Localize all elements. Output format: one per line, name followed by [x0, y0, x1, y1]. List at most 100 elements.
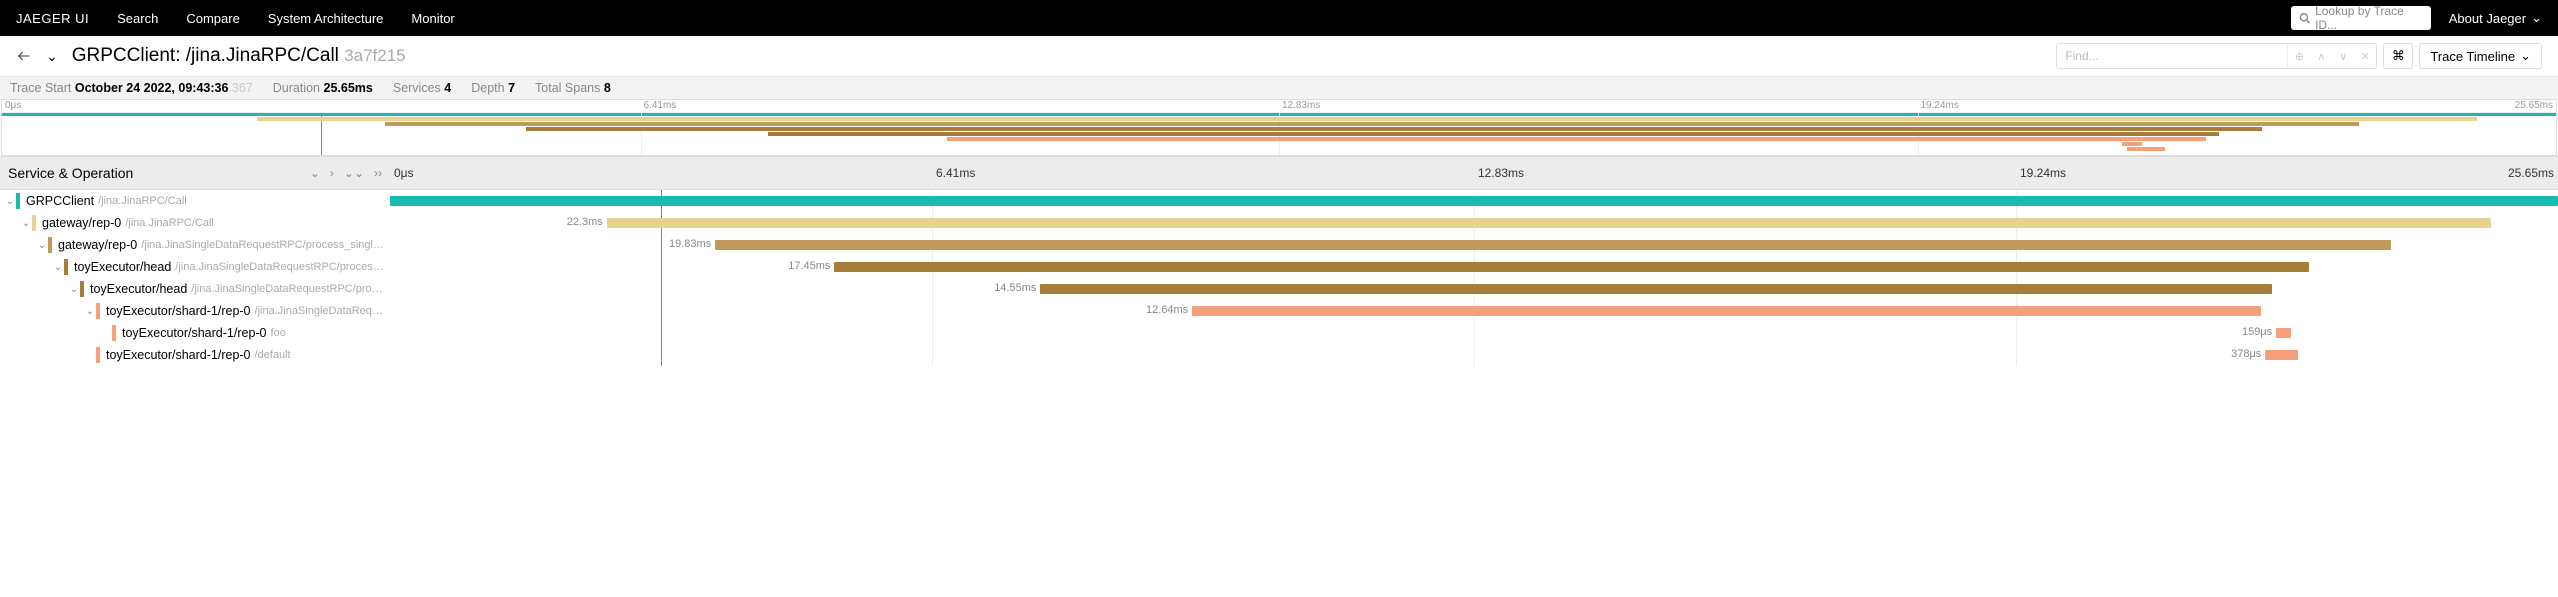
span-bar[interactable] [390, 196, 2558, 206]
span-tree-row[interactable]: toyExecutor/shard-1/rep-0foo [0, 322, 390, 344]
span-bar[interactable] [715, 240, 2391, 250]
minimap-span-bar [768, 132, 2219, 136]
span-duration-label: 378μs [2231, 348, 2261, 360]
view-label: Trace Timeline [2430, 49, 2515, 64]
minimap-tick-row: 0μs6.41ms12.83ms19.24ms25.65ms [2, 100, 2556, 113]
header-left: ⌄ GRPCClient: /jina.JinaRPC/Call 3a7f215 [16, 45, 406, 67]
service-color-bar [80, 281, 84, 297]
about-label: About Jaeger [2449, 11, 2526, 26]
collapse-caret-icon[interactable]: ⌄ [84, 306, 96, 317]
span-operation-name: /jina.JinaSingleDataRequestRPC/process_s… [141, 239, 384, 251]
span-timeline-row[interactable]: 22.3ms [390, 212, 2558, 234]
span-duration-label: 14.55ms [994, 282, 1036, 294]
minimap-tick-label: 0μs [2, 100, 24, 111]
collapse-caret-icon[interactable]: ⌄ [52, 262, 64, 273]
span-duration-label: 19.83ms [669, 238, 711, 250]
find-input[interactable] [2057, 49, 2287, 63]
trace-title: GRPCClient: /jina.JinaRPC/Call 3a7f215 [72, 45, 406, 67]
service-color-bar [32, 215, 36, 231]
span-timeline-row[interactable]: 17.45ms [390, 256, 2558, 278]
lookup-trace-input[interactable]: Lookup by Trace ID... [2291, 6, 2431, 30]
span-duration-label: 22.3ms [567, 216, 603, 228]
trace-main: Service & Operation ⌄ › ⌄⌄ ›› ⌄GRPCClien… [0, 156, 2558, 366]
span-bar[interactable] [607, 218, 2491, 228]
minimap-tick-label: 19.24ms [1918, 100, 1962, 111]
find-box: ⊕ ∧ ∨ ✕ [2056, 43, 2377, 69]
span-timeline-row[interactable]: 159μs [390, 322, 2558, 344]
keyboard-shortcuts-button[interactable]: ⌘ [2383, 43, 2413, 69]
about-menu[interactable]: About Jaeger ⌄ [2449, 10, 2542, 26]
nav-compare[interactable]: Compare [186, 11, 239, 26]
minimap-tick-label: 6.41ms [641, 100, 680, 111]
collapse-one-icon[interactable]: ⌄ [310, 166, 320, 180]
span-timeline-row[interactable]: 14.55ms [390, 278, 2558, 300]
find-prev-icon[interactable]: ∧ [2310, 44, 2332, 68]
trace-id: 3a7f215 [344, 46, 405, 65]
trace-minimap[interactable]: 0μs6.41ms12.83ms19.24ms25.65ms [1, 99, 2557, 156]
find-buttons: ⊕ ∧ ∨ ✕ [2287, 44, 2376, 68]
span-tree-row[interactable]: ⌄ gateway/rep-0/jina.JinaSingleDataReques… [0, 234, 390, 256]
timeline-tick-label: 12.83ms [1474, 166, 1528, 180]
collapse-caret-icon[interactable]: ⌄ [36, 240, 48, 251]
search-icon [2299, 12, 2310, 24]
find-locate-icon[interactable]: ⊕ [2288, 44, 2310, 68]
span-service-name: toyExecutor/shard-1/rep-0 [106, 348, 251, 362]
span-duration-label: 17.45ms [788, 260, 830, 272]
span-timeline-row[interactable]: 378μs [390, 344, 2558, 366]
minimap-tick-label: 25.65ms [2512, 100, 2556, 111]
span-bar[interactable] [1192, 306, 2261, 316]
minimap-span-bar [2122, 142, 2142, 146]
minimap-body [2, 113, 2556, 155]
span-timeline-row[interactable]: 12.64ms [390, 300, 2558, 322]
collapse-caret-icon[interactable]: ⌄ [4, 196, 16, 207]
span-timeline-row[interactable]: 19.83ms [390, 234, 2558, 256]
span-timeline-row[interactable] [390, 190, 2558, 212]
summary-duration: Duration 25.65ms [273, 81, 373, 95]
span-tree-row[interactable]: ⌄toyExecutor/shard-1/rep-0/jina.JinaSing… [0, 300, 390, 322]
timeline-tick-label: 6.41ms [932, 166, 979, 180]
expand-one-icon[interactable]: › [330, 166, 334, 180]
nav-architecture[interactable]: System Architecture [268, 11, 384, 26]
find-clear-icon[interactable]: ✕ [2354, 44, 2376, 68]
span-service-name: toyExecutor/head [90, 282, 187, 296]
trace-header: ⌄ GRPCClient: /jina.JinaRPC/Call 3a7f215… [0, 36, 2558, 77]
view-selector-button[interactable]: Trace Timeline ⌄ [2419, 43, 2542, 69]
lookup-placeholder: Lookup by Trace ID... [2315, 4, 2423, 32]
span-tree-header: Service & Operation ⌄ › ⌄⌄ ›› [0, 156, 390, 190]
span-service-name: gateway/rep-0 [58, 238, 137, 252]
collapse-caret-icon[interactable]: ⌄ [68, 284, 80, 295]
top-nav-right: Lookup by Trace ID... About Jaeger ⌄ [2291, 6, 2542, 30]
span-duration-label: 12.64ms [1146, 304, 1188, 316]
service-color-bar [64, 259, 68, 275]
span-bar[interactable] [834, 262, 2308, 272]
timeline-tick-label: 0μs [390, 166, 418, 180]
span-tree-row[interactable]: ⌄gateway/rep-0/jina.JinaRPC/Call [0, 212, 390, 234]
back-arrow-icon[interactable] [16, 48, 32, 64]
nav-monitor[interactable]: Monitor [411, 11, 454, 26]
trace-operation: /jina.JinaRPC/Call [186, 45, 339, 66]
nav-search[interactable]: Search [117, 11, 158, 26]
summary-trace-start: Trace Start October 24 2022, 09:43:36.36… [10, 81, 253, 95]
top-nav: JAEGER UI Search Compare System Architec… [0, 0, 2558, 36]
top-nav-left: JAEGER UI Search Compare System Architec… [16, 11, 455, 26]
title-collapse-caret[interactable]: ⌄ [46, 48, 58, 65]
expand-all-icon[interactable]: ›› [374, 166, 382, 180]
minimap-span-bar [385, 122, 2359, 126]
span-bar[interactable] [2276, 328, 2291, 338]
span-bar[interactable] [2265, 350, 2298, 360]
collapse-caret-icon[interactable]: ⌄ [20, 218, 32, 229]
minimap-span-bar [2127, 147, 2165, 151]
span-tree-row[interactable]: ⌄toyExecutor/head/jina.JinaSingleDataReq… [0, 256, 390, 278]
minimap-span-bar [526, 127, 2263, 131]
collapse-all-icon[interactable]: ⌄⌄ [344, 166, 364, 180]
span-tree-row[interactable]: ⌄GRPCClient/jina.JinaRPC/Call [0, 190, 390, 212]
span-tree-row[interactable]: toyExecutor/shard-1/rep-0/default [0, 344, 390, 366]
trace-service: GRPCClient [72, 45, 175, 66]
span-bar[interactable] [1040, 284, 2271, 294]
summary-total-spans: Total Spans 8 [535, 81, 611, 95]
service-color-bar [112, 325, 116, 341]
span-tree-row[interactable]: ⌄toyExecutor/head/jina.JinaSingleDataReq… [0, 278, 390, 300]
span-service-name: toyExecutor/shard-1/rep-0 [106, 304, 251, 318]
find-next-icon[interactable]: ∨ [2332, 44, 2354, 68]
service-color-bar [96, 303, 100, 319]
